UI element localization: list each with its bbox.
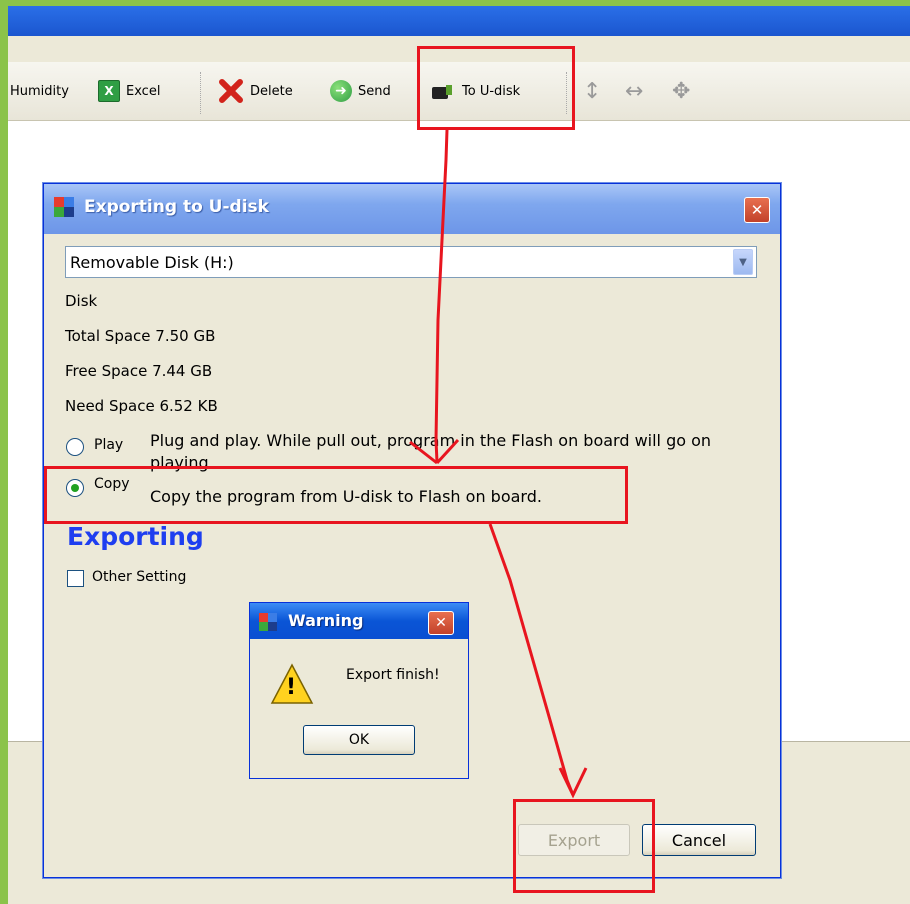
toolbar-divider (566, 72, 569, 114)
udisk-icon (432, 85, 452, 99)
humidity-button[interactable]: Humidity (10, 62, 69, 120)
toolbar-divider (200, 72, 203, 114)
to-udisk-button[interactable]: To U-disk (430, 62, 520, 120)
other-setting-checkbox[interactable] (67, 570, 84, 587)
disk-heading: Disk (65, 292, 98, 310)
export-status: Exporting (67, 522, 204, 551)
app-logo-icon (54, 197, 74, 217)
dialog-title: Exporting to U-disk (84, 197, 269, 217)
warning-title: Warning (288, 611, 364, 630)
horizontal-resize-icon[interactable]: ↔ (625, 62, 643, 120)
dialog-titlebar[interactable]: Exporting to U-disk ✕ (44, 184, 780, 234)
app-toolbar: Humidity X Excel Delete ➜ Send To U-disk… (8, 62, 910, 121)
vertical-resize-icon[interactable]: ↕ (583, 62, 601, 120)
move-icon[interactable]: ✥ (672, 62, 690, 120)
warning-titlebar[interactable]: Warning ✕ (250, 603, 468, 639)
other-setting-label: Other Setting (92, 569, 187, 585)
total-space: Total Space 7.50 GB (65, 327, 216, 345)
warning-message: Export finish! (346, 667, 440, 683)
send-label: Send (358, 83, 391, 99)
send-arrow-icon: ➜ (330, 80, 352, 102)
excel-button[interactable]: X Excel (98, 62, 160, 120)
delete-button[interactable]: Delete (218, 62, 293, 120)
warning-close-button[interactable]: ✕ (428, 611, 454, 635)
to-udisk-label: To U-disk (462, 83, 521, 99)
delete-label: Delete (250, 83, 293, 99)
warning-icon-mark: ! (286, 675, 297, 700)
copy-description: Copy the program from U-disk to Flash on… (150, 487, 542, 506)
dialog-close-button[interactable]: ✕ (744, 197, 770, 223)
app-menubar (8, 36, 910, 63)
excel-icon: X (98, 80, 120, 102)
app-logo-icon (259, 613, 277, 631)
free-space: Free Space 7.44 GB (65, 362, 213, 380)
play-label: Play (94, 437, 124, 453)
drive-select[interactable]: Removable Disk (H:) ▼ (65, 246, 757, 278)
warning-dialog: Warning ✕ ! Export finish! OK (249, 602, 469, 779)
play-description: Plug and play. While pull out, program i… (150, 431, 712, 472)
delete-icon (219, 79, 243, 103)
humidity-label: Humidity (10, 83, 69, 99)
app-titlebar (8, 6, 910, 36)
ok-button[interactable]: OK (303, 725, 415, 755)
copy-label: Copy (94, 476, 130, 492)
play-radio[interactable] (66, 438, 84, 456)
excel-label: Excel (126, 83, 161, 99)
send-button[interactable]: ➜ Send (330, 62, 391, 120)
chevron-down-icon[interactable]: ▼ (733, 249, 753, 275)
cancel-button[interactable]: Cancel (642, 824, 756, 856)
export-button[interactable]: Export (518, 824, 630, 856)
need-space: Need Space 6.52 KB (65, 397, 218, 415)
drive-select-value: Removable Disk (H:) (70, 252, 234, 272)
copy-radio[interactable] (66, 479, 84, 497)
